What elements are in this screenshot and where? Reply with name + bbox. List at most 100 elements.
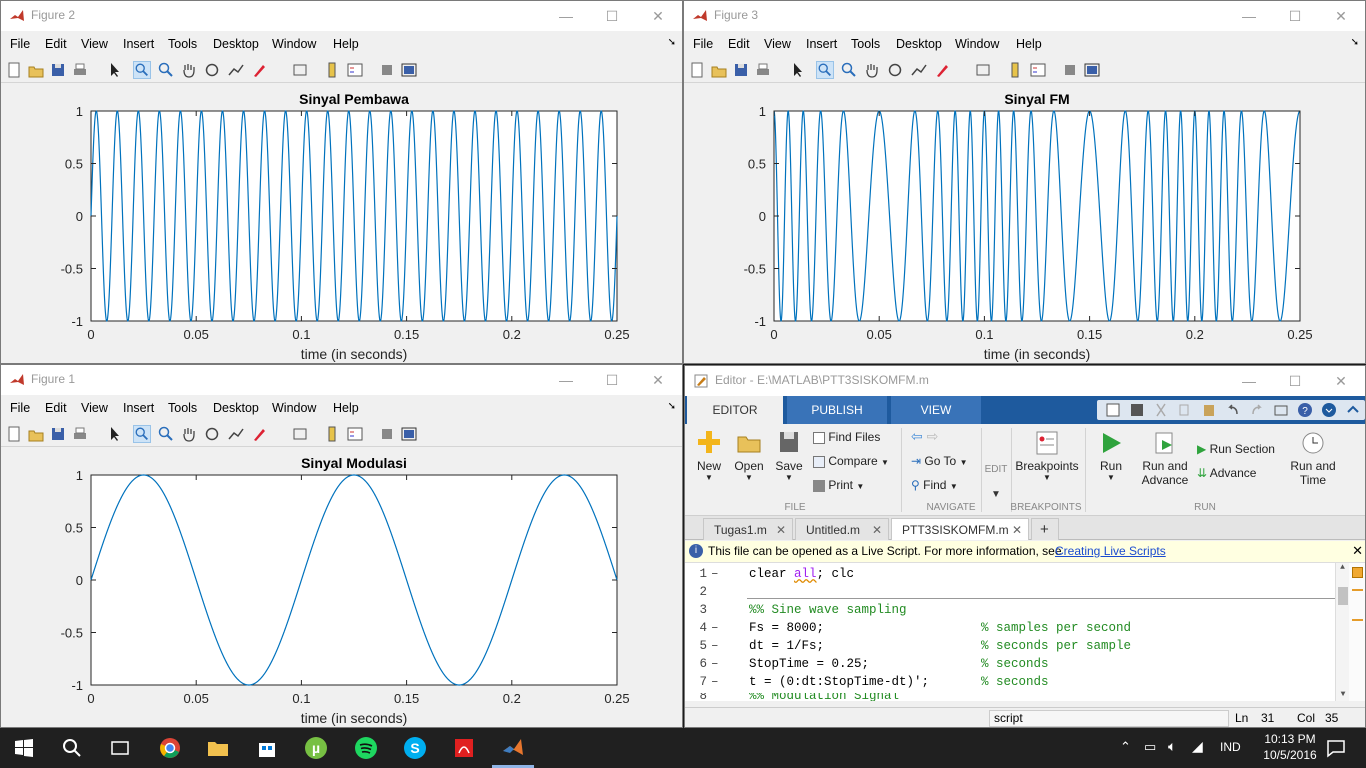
menu-tools[interactable]: Tools bbox=[168, 401, 197, 415]
open-file-icon[interactable] bbox=[710, 61, 728, 79]
menu-edit[interactable]: Edit bbox=[728, 37, 750, 51]
tab-editor[interactable]: EDITOR bbox=[687, 396, 783, 424]
code-analyzer-gutter[interactable] bbox=[1349, 563, 1365, 701]
link-plot-icon[interactable] bbox=[291, 425, 309, 443]
chart-sinyal-fm[interactable]: 0 0.05 0.1 0.15 0.2 0.25 1 0.5 0 -0.5 -1 Sinyal FM t… bbox=[684, 84, 1365, 364]
tab-publish[interactable]: PUBLISH bbox=[787, 396, 887, 424]
run-and-advance-button[interactable]: Run and Advance bbox=[1137, 430, 1193, 487]
pointer-icon[interactable] bbox=[105, 61, 123, 79]
code-line-8[interactable]: 8 %% Modulation Signal bbox=[685, 693, 1335, 701]
minimize-button[interactable]: — bbox=[1229, 5, 1269, 27]
dock-arrow-icon[interactable]: ➘ bbox=[668, 401, 676, 412]
show-tools-icon[interactable] bbox=[400, 61, 418, 79]
network-icon[interactable]: ◢ bbox=[1192, 738, 1203, 755]
pan-icon[interactable] bbox=[180, 425, 198, 443]
rotate-icon[interactable] bbox=[886, 61, 904, 79]
menu-window[interactable]: Window bbox=[272, 401, 316, 415]
find-files-button[interactable]: Find Files bbox=[813, 430, 880, 444]
hide-tools-icon[interactable] bbox=[378, 425, 396, 443]
redo-icon[interactable] bbox=[1249, 402, 1265, 418]
skype-icon[interactable]: S bbox=[403, 736, 427, 760]
chevron-down-icon[interactable]: ▼ bbox=[881, 458, 889, 467]
store-icon[interactable] bbox=[255, 736, 279, 760]
show-tools-icon[interactable] bbox=[1083, 61, 1101, 79]
warning-mark[interactable] bbox=[1352, 619, 1363, 621]
chevron-down-icon[interactable]: ▼ bbox=[856, 482, 864, 491]
minimize-button[interactable]: — bbox=[1229, 370, 1269, 392]
rotate-icon[interactable] bbox=[203, 425, 221, 443]
cut-icon[interactable] bbox=[1153, 402, 1169, 418]
chevron-up-icon[interactable]: ⌃ bbox=[1120, 739, 1131, 755]
data-cursor-icon[interactable] bbox=[910, 61, 928, 79]
print-icon[interactable] bbox=[71, 61, 89, 79]
open-file-icon[interactable] bbox=[27, 425, 45, 443]
code-line-3[interactable]: 3 %% Sine wave sampling bbox=[685, 603, 1335, 621]
run-and-time-button[interactable]: Run and Time bbox=[1285, 430, 1341, 487]
close-tab-icon[interactable]: ✕ bbox=[872, 519, 882, 541]
rotate-icon[interactable] bbox=[203, 61, 221, 79]
chevron-down-icon[interactable]: ▼ bbox=[1015, 473, 1079, 482]
run-section-button[interactable]: ▶ Run Section bbox=[1197, 442, 1275, 456]
code-line-2[interactable]: 2 bbox=[685, 585, 1335, 603]
menu-desktop[interactable]: Desktop bbox=[213, 401, 259, 415]
close-tab-icon[interactable]: ✕ bbox=[776, 519, 786, 541]
breakpoint-dash[interactable]: – bbox=[711, 639, 719, 653]
utorrent-icon[interactable]: µ bbox=[304, 736, 328, 760]
goto-button[interactable]: ⇥ Go To ▼ bbox=[911, 454, 967, 468]
dock-arrow-icon[interactable]: ➘ bbox=[1351, 37, 1359, 48]
clock-date[interactable]: 10/5/2016 bbox=[1262, 748, 1318, 762]
save-button[interactable]: Save ▼ bbox=[769, 428, 809, 482]
battery-icon[interactable]: ▭ bbox=[1144, 739, 1156, 755]
file-explorer-icon[interactable] bbox=[206, 736, 230, 760]
tab-view[interactable]: VIEW bbox=[891, 396, 981, 424]
breakpoint-dash[interactable]: – bbox=[711, 567, 719, 581]
collapse-icon[interactable] bbox=[1345, 402, 1361, 418]
hide-tools-icon[interactable] bbox=[378, 61, 396, 79]
paste-icon[interactable] bbox=[1201, 402, 1217, 418]
brush-icon[interactable] bbox=[251, 61, 269, 79]
chart-sinyal-pembawa[interactable]: 0 0.05 0.1 0.15 0.2 0.25 1 0.5 0 -0.5 -1 Sinyal Pem… bbox=[1, 84, 682, 364]
brush-icon[interactable] bbox=[934, 61, 952, 79]
edit-group-button[interactable]: EDIT ▼ bbox=[983, 464, 1009, 500]
copy-icon[interactable] bbox=[1177, 402, 1193, 418]
scroll-down-icon[interactable]: ▼ bbox=[1336, 690, 1350, 699]
print-button[interactable]: Print ▼ bbox=[813, 478, 864, 492]
maximize-button[interactable]: ☐ bbox=[1275, 5, 1315, 27]
new-tab-plus-icon[interactable]: + bbox=[1031, 518, 1059, 540]
close-icon[interactable]: ✕ bbox=[1352, 543, 1363, 559]
legend-icon[interactable] bbox=[346, 425, 364, 443]
chrome-icon[interactable] bbox=[158, 736, 182, 760]
code-line-6[interactable]: 6– StopTime = 0.25; % seconds bbox=[685, 657, 1335, 675]
minimize-button[interactable]: — bbox=[546, 5, 586, 27]
menu-view[interactable]: View bbox=[764, 37, 791, 51]
find-button[interactable]: ⚲ Find ▼ bbox=[911, 478, 958, 492]
matlab-taskbar-icon[interactable] bbox=[501, 736, 525, 760]
menu-insert[interactable]: Insert bbox=[123, 401, 154, 415]
undo-icon[interactable] bbox=[1225, 402, 1241, 418]
maximize-button[interactable]: ☐ bbox=[592, 5, 632, 27]
colorbar-icon[interactable] bbox=[323, 425, 341, 443]
language-indicator[interactable]: IND bbox=[1220, 740, 1241, 754]
warning-indicator[interactable] bbox=[1352, 567, 1363, 578]
zoom-in-icon[interactable] bbox=[133, 425, 151, 443]
advance-button[interactable]: ⇊ Advance bbox=[1197, 466, 1256, 480]
save-icon[interactable] bbox=[49, 425, 67, 443]
breakpoint-dash[interactable]: – bbox=[711, 621, 719, 635]
legend-icon[interactable] bbox=[346, 61, 364, 79]
colorbar-icon[interactable] bbox=[1006, 61, 1024, 79]
data-cursor-icon[interactable] bbox=[227, 61, 245, 79]
new-figure-icon[interactable] bbox=[5, 61, 23, 79]
pointer-icon[interactable] bbox=[788, 61, 806, 79]
data-cursor-icon[interactable] bbox=[227, 425, 245, 443]
warning-mark[interactable] bbox=[1352, 589, 1363, 591]
hide-tools-icon[interactable] bbox=[1061, 61, 1079, 79]
legend-icon[interactable] bbox=[1029, 61, 1047, 79]
scrollbar-thumb[interactable] bbox=[1338, 587, 1348, 605]
action-center-icon[interactable] bbox=[1324, 736, 1348, 760]
menu-help[interactable]: Help bbox=[333, 37, 359, 51]
zoom-in-icon[interactable] bbox=[133, 61, 151, 79]
menu-desktop[interactable]: Desktop bbox=[213, 37, 259, 51]
open-file-icon[interactable] bbox=[27, 61, 45, 79]
scroll-up-icon[interactable]: ▲ bbox=[1336, 563, 1349, 572]
open-button[interactable]: Open ▼ bbox=[729, 428, 769, 482]
